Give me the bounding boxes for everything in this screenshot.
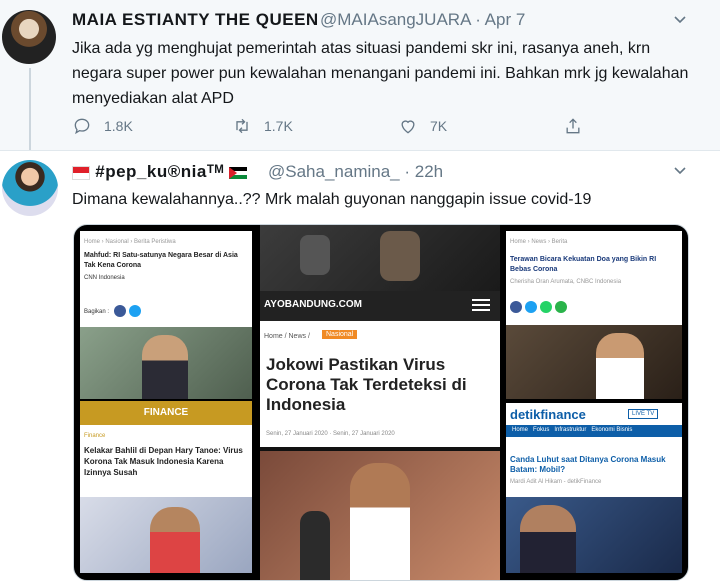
share-icon (566, 118, 580, 134)
reply-count: 1.8K (104, 118, 133, 134)
source: CNN Indonesia (84, 275, 125, 281)
chevron-down-icon[interactable] (672, 163, 688, 179)
twitter-icon (129, 305, 141, 317)
retweet-icon (236, 118, 248, 134)
tag: Finance (84, 433, 106, 439)
twitter-icon (525, 301, 537, 313)
media-collage[interactable]: Home › Nasional › Berita Peristiwa Mahfu… (73, 224, 689, 581)
detik-article-screenshot: detikfinance LIVE TV Home Fokus Infrastr… (506, 403, 682, 573)
heart-icon (401, 120, 415, 134)
dates: Senin, 27 Januari 2020 · Senin, 27 Janua… (266, 431, 395, 437)
photo (506, 497, 682, 573)
headline: Terawan Bicara Kekuatan Doa yang Bikin R… (510, 256, 657, 273)
finance-bar: FINANCE (143, 407, 189, 418)
tag: Nasional (322, 330, 358, 339)
headline: Jokowi Pastikan Virus Corona Tak Terdete… (266, 355, 467, 414)
breadcrumb: Home / News / (264, 333, 310, 340)
breadcrumb: Home › Nasional › Berita Peristiwa (84, 239, 176, 245)
like-button[interactable]: 7K (398, 116, 447, 136)
press-photo (260, 225, 500, 291)
share-label: Bagikan : (84, 309, 110, 315)
avatar[interactable] (2, 160, 58, 216)
reply-button[interactable]: 1.8K (72, 116, 133, 136)
detik-nav: Home Fokus Infrastruktur Ekonomi Bisnis (512, 427, 633, 433)
source: Cherisha Oran Arumata, CNBC Indonesia (510, 279, 622, 285)
chevron-down-icon[interactable] (672, 12, 688, 28)
ayobandung-article-screenshot: AYOBANDUNG.COM Home / News / Nasional Jo… (260, 225, 500, 580)
photo (506, 325, 682, 399)
menu-icon (472, 299, 490, 301)
photo (80, 497, 252, 573)
headline: Mahfud: RI Satu-satunya Negara Besar di … (84, 252, 238, 269)
display-name-row[interactable]: #pep_ku®niaᵀᴹ (72, 162, 248, 182)
facebook-icon (510, 301, 522, 313)
like-count: 7K (430, 118, 448, 134)
palestine-flag-icon (229, 166, 248, 179)
headline: Kelakar Bahlil di Depan Hary Tanoe: Viru… (84, 446, 243, 477)
finance-article-screenshot: FINANCE Finance Kelakar Bahlil di Depan … (80, 401, 252, 573)
ayo-logo: AYOBANDUNG.COM (264, 299, 362, 310)
thread-connector (29, 68, 31, 154)
handle-and-date[interactable]: @MAIAsangJUARA · Apr 7 (320, 10, 525, 30)
share-button[interactable] (563, 116, 583, 136)
retweet-button[interactable]: 1.7K (232, 116, 293, 136)
indonesia-flag-icon (72, 165, 90, 180)
avatar[interactable] (2, 10, 56, 64)
display-name[interactable]: MAIA ESTIANTY THE QUEEN (72, 10, 319, 30)
reply-icon (74, 118, 90, 135)
photo (80, 327, 252, 399)
display-name: #pep_ku®niaᵀᴹ (95, 162, 224, 181)
breadcrumb: Home › News › Berita (510, 239, 568, 245)
cnn-article-screenshot: Home › Nasional › Berita Peristiwa Mahfu… (80, 231, 252, 399)
whatsapp-icon (540, 301, 552, 313)
line-icon (555, 301, 567, 313)
tweet-text: Jika ada yg menghujat pemerintah atas si… (72, 40, 689, 107)
retweet-count: 1.7K (264, 118, 293, 134)
tweet-parent[interactable]: MAIA ESTIANTY THE QUEEN @MAIAsangJUARA ·… (0, 0, 720, 154)
facebook-icon (114, 305, 126, 317)
cnbc-article-screenshot: Home › News › Berita Terawan Bicara Keku… (506, 231, 682, 399)
handle-and-date[interactable]: @Saha_namina_ · 22h (268, 162, 443, 182)
detik-logo: detikfinance (510, 407, 586, 422)
author: Mardi Adit Al Hikam - detikFinance (510, 479, 602, 485)
jokowi-photo (260, 451, 500, 580)
headline: Canda Luhut saat Ditanya Corona Masuk Ba… (510, 455, 666, 474)
live-tv-badge: LIVE TV (628, 409, 659, 419)
tweet-text: Dimana kewalahannya..?? Mrk malah guyona… (72, 191, 592, 208)
